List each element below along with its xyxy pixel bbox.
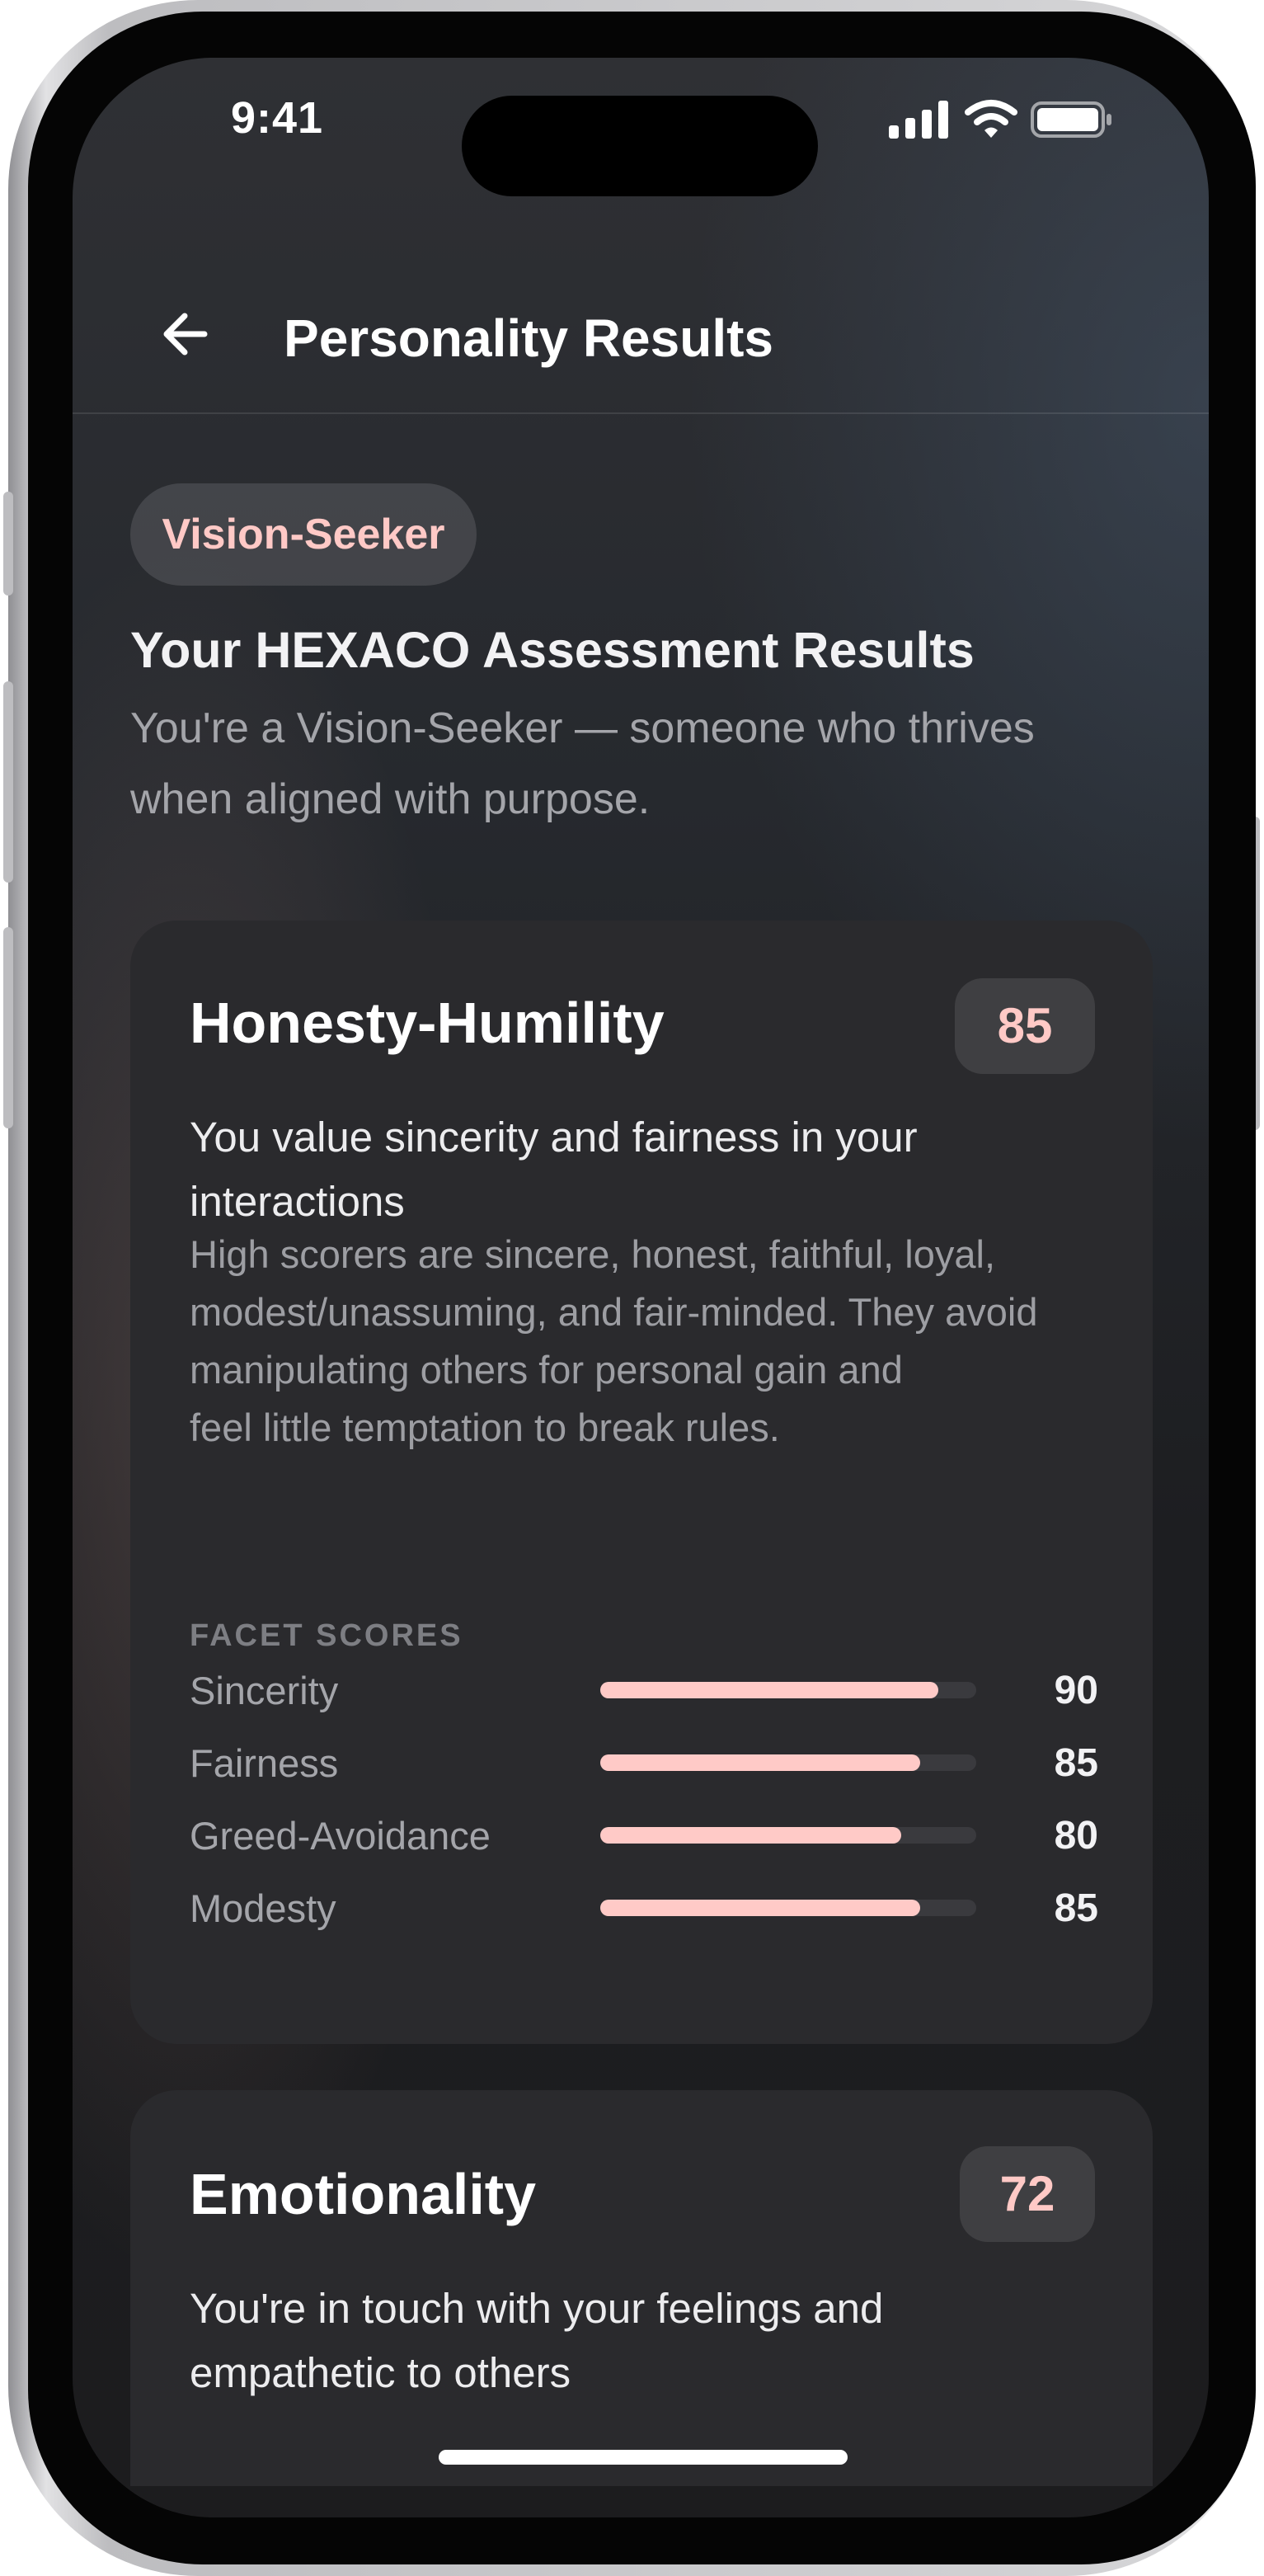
trait-summary: You value sincerity and fairness in your…: [190, 1114, 918, 1225]
facet-score: 85: [1054, 1886, 1098, 1930]
facet-name: Modesty: [190, 1886, 336, 1930]
action-button: [3, 492, 13, 596]
facet-name: Fairness: [190, 1741, 339, 1785]
status-icons: [889, 100, 1113, 139]
facet-bar-track: [600, 1754, 976, 1771]
results-subline: You're a Vision-Seeker — someone who thr…: [130, 704, 1035, 823]
facet-name: Sincerity: [190, 1669, 339, 1712]
app-screen: 9:41 Personality Results Vision-Seeker Y…: [73, 58, 1209, 2517]
volume-down-button: [3, 927, 13, 1128]
trait-summary: You're in touch with your feelings and e…: [190, 2285, 884, 2396]
arrow-left-icon: [163, 313, 208, 356]
facet-bar-fill: [600, 1682, 939, 1698]
trait-description: High scorers are sincere, honest, faithf…: [190, 1232, 1038, 1449]
trait-card-emotionality[interactable]: Emotionality 72 You're in touch with you…: [130, 2090, 1153, 2486]
personality-type-badge: Vision-Seeker: [130, 483, 477, 586]
facet-bar-fill: [600, 1827, 901, 1844]
facet-row: Sincerity 90: [190, 1660, 1098, 1722]
facet-bar-track: [600, 1900, 976, 1916]
page-title: Personality Results: [284, 308, 773, 368]
facet-row: Greed-Avoidance 80: [190, 1805, 1098, 1867]
facet-score: 85: [1054, 1741, 1098, 1785]
trait-card-honesty-humility[interactable]: Honesty-Humility 85 You value sincerity …: [130, 921, 1153, 2044]
trait-score-badge: 72: [960, 2146, 1095, 2242]
results-headline: Your HEXACO Assessment Results: [130, 622, 975, 678]
back-button[interactable]: [155, 304, 216, 365]
facet-bar-fill: [600, 1754, 920, 1771]
facet-scores-heading: FACET SCORES: [190, 1618, 463, 1653]
facet-bar-fill: [600, 1900, 920, 1916]
battery-icon: [1031, 101, 1111, 138]
facet-name: Greed-Avoidance: [190, 1814, 491, 1858]
navigation-bar: Personality Results: [73, 256, 1209, 414]
trait-score-badge: 85: [955, 978, 1095, 1074]
facet-bar-track: [600, 1682, 976, 1698]
facet-row: Fairness 85: [190, 1732, 1098, 1795]
facet-row: Modesty 85: [190, 1877, 1098, 1940]
wifi-icon: [965, 100, 1017, 138]
facet-score: 80: [1054, 1814, 1098, 1858]
volume-up-button: [3, 681, 13, 883]
facet-score: 90: [1054, 1669, 1098, 1712]
phone-frame: 9:41 Personality Results Vision-Seeker Y…: [3, 0, 1260, 2576]
status-time: 9:41: [231, 93, 324, 143]
dynamic-island: [462, 96, 818, 196]
trait-title: Honesty-Humility: [190, 991, 665, 1055]
cellular-signal-icon: [889, 101, 948, 139]
facet-bar-track: [600, 1827, 976, 1844]
home-indicator[interactable]: [439, 2450, 848, 2465]
trait-title: Emotionality: [190, 2162, 537, 2226]
